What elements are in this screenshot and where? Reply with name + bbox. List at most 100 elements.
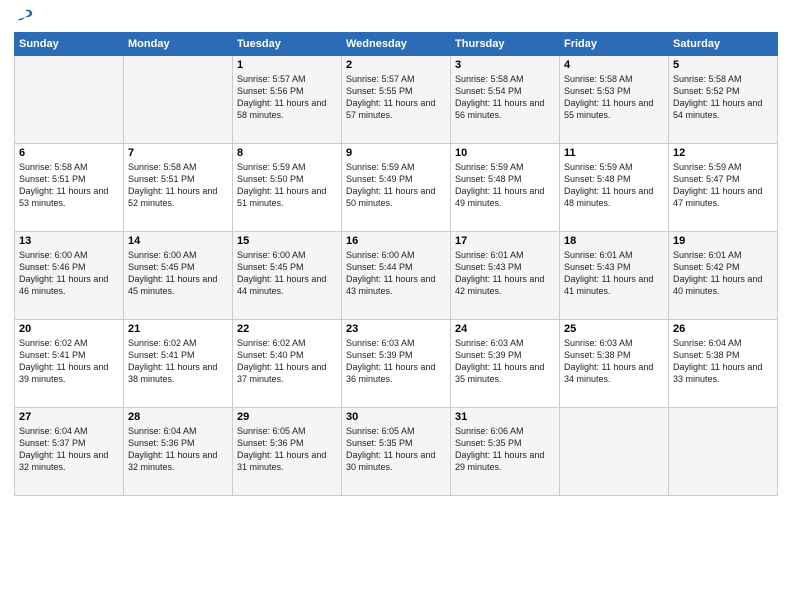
day-info: Sunrise: 6:04 AM Sunset: 5:36 PM Dayligh…: [128, 425, 228, 474]
calendar-cell: 18 Sunrise: 6:01 AM Sunset: 5:43 PM Dayli…: [560, 232, 669, 320]
day-info: Sunrise: 5:58 AM Sunset: 5:51 PM Dayligh…: [128, 161, 228, 210]
day-info: Sunrise: 5:57 AM Sunset: 5:56 PM Dayligh…: [237, 73, 337, 122]
day-number: 16: [346, 235, 446, 247]
day-number: 29: [237, 411, 337, 423]
calendar-cell: 28 Sunrise: 6:04 AM Sunset: 5:36 PM Dayli…: [124, 408, 233, 496]
calendar-cell: [124, 56, 233, 144]
day-info: Sunrise: 5:58 AM Sunset: 5:53 PM Dayligh…: [564, 73, 664, 122]
calendar-cell: 30 Sunrise: 6:05 AM Sunset: 5:35 PM Dayli…: [342, 408, 451, 496]
day-info: Sunrise: 5:59 AM Sunset: 5:48 PM Dayligh…: [455, 161, 555, 210]
day-number: 1: [237, 59, 337, 71]
calendar-cell: 15 Sunrise: 6:00 AM Sunset: 5:45 PM Dayli…: [233, 232, 342, 320]
day-number: 18: [564, 235, 664, 247]
day-number: 28: [128, 411, 228, 423]
day-number: 22: [237, 323, 337, 335]
calendar-cell: 2Sunrise: 5:57 AM Sunset: 5:55 PM Daylig…: [342, 56, 451, 144]
calendar-cell: 10 Sunrise: 5:59 AM Sunset: 5:48 PM Dayli…: [451, 144, 560, 232]
calendar-cell: 25Sunrise: 6:03 AM Sunset: 5:38 PM Dayli…: [560, 320, 669, 408]
weekday-header-monday: Monday: [124, 33, 233, 56]
calendar-cell: 9 Sunrise: 5:59 AM Sunset: 5:49 PM Daylig…: [342, 144, 451, 232]
calendar-cell: 26 Sunrise: 6:04 AM Sunset: 5:38 PM Dayli…: [669, 320, 778, 408]
day-number: 31: [455, 411, 555, 423]
day-info: Sunrise: 5:59 AM Sunset: 5:49 PM Dayligh…: [346, 161, 446, 210]
calendar-cell: 20Sunrise: 6:02 AM Sunset: 5:41 PM Dayli…: [15, 320, 124, 408]
calendar-cell: 31 Sunrise: 6:06 AM Sunset: 5:35 PM Dayli…: [451, 408, 560, 496]
day-info: Sunrise: 6:02 AM Sunset: 5:40 PM Dayligh…: [237, 337, 337, 386]
day-number: 9: [346, 147, 446, 159]
calendar-cell: 3Sunrise: 5:58 AM Sunset: 5:54 PM Daylig…: [451, 56, 560, 144]
day-info: Sunrise: 6:03 AM Sunset: 5:39 PM Dayligh…: [455, 337, 555, 386]
day-info: Sunrise: 5:59 AM Sunset: 5:47 PM Dayligh…: [673, 161, 773, 210]
weekday-header-sunday: Sunday: [15, 33, 124, 56]
calendar-cell: 12Sunrise: 5:59 AM Sunset: 5:47 PM Dayli…: [669, 144, 778, 232]
day-number: 3: [455, 59, 555, 71]
day-number: 20: [19, 323, 119, 335]
day-info: Sunrise: 6:05 AM Sunset: 5:36 PM Dayligh…: [237, 425, 337, 474]
day-number: 26: [673, 323, 773, 335]
week-row-3: 13 Sunrise: 6:00 AM Sunset: 5:46 PM Dayli…: [15, 232, 778, 320]
day-number: 10: [455, 147, 555, 159]
calendar-cell: [15, 56, 124, 144]
calendar-cell: 1 Sunrise: 5:57 AM Sunset: 5:56 PM Daylig…: [233, 56, 342, 144]
day-info: Sunrise: 6:03 AM Sunset: 5:39 PM Dayligh…: [346, 337, 446, 386]
day-number: 5: [673, 59, 773, 71]
week-row-4: 20 Sunrise: 6:02 AM Sunset: 5:41 PM Dayli…: [15, 320, 778, 408]
day-info: Sunrise: 6:01 AM Sunset: 5:43 PM Dayligh…: [564, 249, 664, 298]
day-number: 11: [564, 147, 664, 159]
day-info: Sunrise: 6:02 AM Sunset: 5:41 PM Dayligh…: [128, 337, 228, 386]
day-number: 19: [673, 235, 773, 247]
day-info: Sunrise: 6:00 AM Sunset: 5:46 PM Dayligh…: [19, 249, 119, 298]
day-info: Sunrise: 5:59 AM Sunset: 5:48 PM Dayligh…: [564, 161, 664, 210]
day-info: Sunrise: 6:04 AM Sunset: 5:37 PM Dayligh…: [19, 425, 119, 474]
calendar-cell: 19 Sunrise: 6:01 AM Sunset: 5:42 PM Dayli…: [669, 232, 778, 320]
weekday-header-friday: Friday: [560, 33, 669, 56]
calendar-cell: 14 Sunrise: 6:00 AM Sunset: 5:45 PM Dayli…: [124, 232, 233, 320]
calendar-cell: 22 Sunrise: 6:02 AM Sunset: 5:40 PM Dayli…: [233, 320, 342, 408]
weekday-header-saturday: Saturday: [669, 33, 778, 56]
day-info: Sunrise: 5:58 AM Sunset: 5:52 PM Dayligh…: [673, 73, 773, 122]
calendar-table: SundayMondayTuesdayWednesdayThursdayFrid…: [14, 32, 778, 496]
day-number: 8: [237, 147, 337, 159]
day-number: 30: [346, 411, 446, 423]
day-info: Sunrise: 6:05 AM Sunset: 5:35 PM Dayligh…: [346, 425, 446, 474]
week-row-2: 6 Sunrise: 5:58 AM Sunset: 5:51 PM Daylig…: [15, 144, 778, 232]
day-number: 14: [128, 235, 228, 247]
header: [14, 10, 778, 26]
main-container: SundayMondayTuesdayWednesdayThursdayFrid…: [0, 0, 792, 612]
day-info: Sunrise: 6:04 AM Sunset: 5:38 PM Dayligh…: [673, 337, 773, 386]
week-row-1: 1 Sunrise: 5:57 AM Sunset: 5:56 PM Daylig…: [15, 56, 778, 144]
day-number: 7: [128, 147, 228, 159]
calendar-cell: 13 Sunrise: 6:00 AM Sunset: 5:46 PM Dayli…: [15, 232, 124, 320]
day-info: Sunrise: 6:00 AM Sunset: 5:44 PM Dayligh…: [346, 249, 446, 298]
day-info: Sunrise: 6:00 AM Sunset: 5:45 PM Dayligh…: [237, 249, 337, 298]
day-number: 13: [19, 235, 119, 247]
calendar-cell: 4Sunrise: 5:58 AM Sunset: 5:53 PM Daylig…: [560, 56, 669, 144]
calendar-cell: 29 Sunrise: 6:05 AM Sunset: 5:36 PM Dayli…: [233, 408, 342, 496]
day-number: 17: [455, 235, 555, 247]
weekday-header-wednesday: Wednesday: [342, 33, 451, 56]
calendar-cell: 16 Sunrise: 6:00 AM Sunset: 5:44 PM Dayli…: [342, 232, 451, 320]
day-number: 15: [237, 235, 337, 247]
calendar-cell: 17 Sunrise: 6:01 AM Sunset: 5:43 PM Dayli…: [451, 232, 560, 320]
day-number: 6: [19, 147, 119, 159]
calendar-cell: [560, 408, 669, 496]
weekday-header-thursday: Thursday: [451, 33, 560, 56]
day-info: Sunrise: 6:01 AM Sunset: 5:42 PM Dayligh…: [673, 249, 773, 298]
day-number: 27: [19, 411, 119, 423]
calendar-cell: 21Sunrise: 6:02 AM Sunset: 5:41 PM Dayli…: [124, 320, 233, 408]
calendar-cell: 24 Sunrise: 6:03 AM Sunset: 5:39 PM Dayli…: [451, 320, 560, 408]
weekday-header-tuesday: Tuesday: [233, 33, 342, 56]
logo: [14, 10, 34, 26]
calendar-cell: 7 Sunrise: 5:58 AM Sunset: 5:51 PM Daylig…: [124, 144, 233, 232]
calendar-cell: 6 Sunrise: 5:58 AM Sunset: 5:51 PM Daylig…: [15, 144, 124, 232]
day-info: Sunrise: 6:06 AM Sunset: 5:35 PM Dayligh…: [455, 425, 555, 474]
day-number: 25: [564, 323, 664, 335]
calendar-cell: 27 Sunrise: 6:04 AM Sunset: 5:37 PM Dayli…: [15, 408, 124, 496]
day-info: Sunrise: 6:01 AM Sunset: 5:43 PM Dayligh…: [455, 249, 555, 298]
calendar-cell: 8Sunrise: 5:59 AM Sunset: 5:50 PM Daylig…: [233, 144, 342, 232]
day-info: Sunrise: 5:58 AM Sunset: 5:51 PM Dayligh…: [19, 161, 119, 210]
calendar-cell: 11 Sunrise: 5:59 AM Sunset: 5:48 PM Dayli…: [560, 144, 669, 232]
day-number: 2: [346, 59, 446, 71]
day-info: Sunrise: 6:00 AM Sunset: 5:45 PM Dayligh…: [128, 249, 228, 298]
day-number: 24: [455, 323, 555, 335]
